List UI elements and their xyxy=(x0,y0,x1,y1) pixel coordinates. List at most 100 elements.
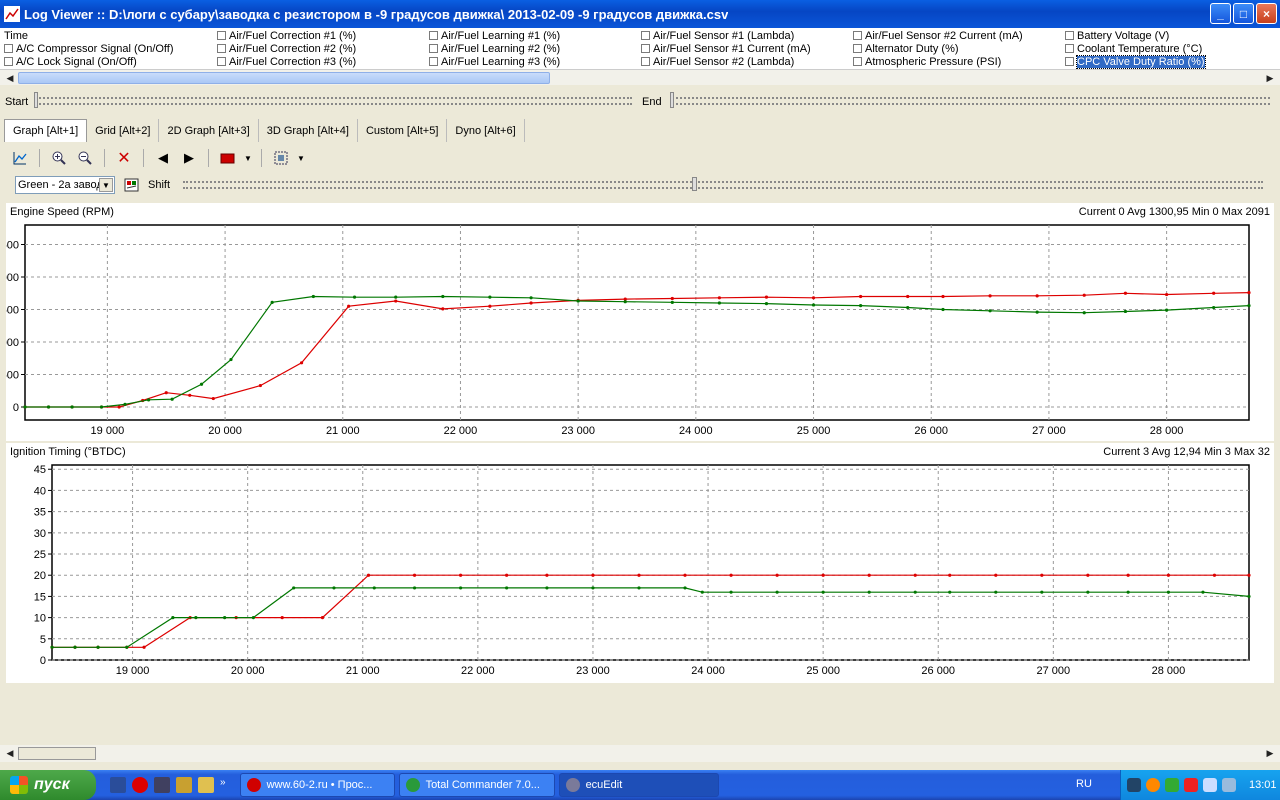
tab[interactable]: Grid [Alt+2] xyxy=(87,119,160,142)
tab[interactable]: 2D Graph [Alt+3] xyxy=(159,119,259,142)
zoom-in-icon[interactable] xyxy=(49,148,69,168)
param-item[interactable]: Air/Fuel Sensor #1 Current (mA) xyxy=(641,42,811,55)
tab[interactable]: Custom [Alt+5] xyxy=(358,119,448,142)
scroll-right-icon[interactable]: ▶ xyxy=(1262,70,1278,86)
minimize-button[interactable]: _ xyxy=(1210,3,1231,24)
shield-icon[interactable] xyxy=(1165,778,1179,792)
taskbar-item[interactable]: www.60-2.ru • Прос... xyxy=(239,773,395,797)
param-item[interactable]: Air/Fuel Sensor #2 (Lambda) xyxy=(641,55,794,68)
chevron-right-icon[interactable]: » xyxy=(220,777,226,793)
chart-icon[interactable] xyxy=(10,148,30,168)
param-item[interactable]: Air/Fuel Sensor #1 (Lambda) xyxy=(641,29,794,42)
param-checkbox[interactable] xyxy=(641,31,650,40)
param-checkbox[interactable] xyxy=(641,44,650,53)
av-icon[interactable] xyxy=(1146,778,1160,792)
network-icon[interactable] xyxy=(1127,778,1141,792)
end-slider[interactable] xyxy=(672,97,1270,105)
param-item[interactable]: Air/Fuel Learning #3 (%) xyxy=(429,55,560,68)
data-point xyxy=(670,300,674,304)
maximize-button[interactable]: □ xyxy=(1233,3,1254,24)
end-handle[interactable] xyxy=(670,92,674,108)
series-select[interactable]: Green - 2а завод ▼ xyxy=(15,176,115,194)
param-checkbox[interactable] xyxy=(1065,31,1074,40)
data-point xyxy=(988,309,992,313)
chevron-down-icon[interactable]: ▼ xyxy=(99,178,113,192)
param-item[interactable]: A/C Lock Signal (On/Off) xyxy=(4,55,137,68)
param-item[interactable]: Air/Fuel Correction #3 (%) xyxy=(217,55,356,68)
volume-icon[interactable] xyxy=(1222,778,1236,792)
speaker-icon[interactable] xyxy=(1203,778,1217,792)
edit-color-icon[interactable] xyxy=(124,177,140,193)
param-item[interactable]: Air/Fuel Sensor #2 Current (mA) xyxy=(853,29,1023,42)
desktop-icon[interactable] xyxy=(110,777,126,793)
start-slider[interactable] xyxy=(36,97,632,105)
param-checkbox[interactable] xyxy=(217,57,226,66)
taskbar-item[interactable]: Total Commander 7.0... xyxy=(398,773,555,797)
param-item[interactable]: Air/Fuel Learning #2 (%) xyxy=(429,42,560,55)
shift-handle[interactable] xyxy=(692,177,697,191)
param-checkbox[interactable] xyxy=(853,57,862,66)
view-tabs: Graph [Alt+1] Grid [Alt+2] 2D Graph [Alt+3… xyxy=(0,119,1280,143)
color-dropdown-icon[interactable]: ▼ xyxy=(244,148,252,168)
param-item[interactable]: A/C Compressor Signal (On/Off) xyxy=(4,42,174,55)
param-checkbox[interactable] xyxy=(429,31,438,40)
start-button[interactable]: пуск xyxy=(0,770,96,800)
next-icon[interactable]: ▶ xyxy=(179,148,199,168)
scroll-thumb[interactable] xyxy=(18,747,96,760)
scroll-right-icon[interactable]: ▶ xyxy=(1262,745,1278,761)
close-button[interactable]: × xyxy=(1256,3,1277,24)
data-point xyxy=(1040,573,1044,577)
ati-icon[interactable] xyxy=(1184,778,1198,792)
start-handle[interactable] xyxy=(34,92,38,108)
messenger-icon[interactable] xyxy=(198,777,214,793)
opera-icon[interactable] xyxy=(132,777,148,793)
param-checkbox[interactable] xyxy=(217,44,226,53)
param-checkbox[interactable] xyxy=(217,31,226,40)
param-item[interactable]: Alternator Duty (%) xyxy=(853,42,959,55)
param-item[interactable]: Atmospheric Pressure (PSI) xyxy=(853,55,1001,68)
folder-icon[interactable] xyxy=(176,777,192,793)
param-item[interactable]: Air/Fuel Correction #2 (%) xyxy=(217,42,356,55)
grid-select-icon[interactable] xyxy=(271,148,291,168)
param-checkbox[interactable] xyxy=(429,57,438,66)
ignition-timing-plot[interactable]: 19 000 20 000 21 000 22 000 23 000 24 000 25 0… xyxy=(6,443,1274,683)
graph-scrollbar[interactable]: ◀ ▶ xyxy=(0,745,1280,762)
parameter-scrollbar[interactable]: ◀ ▶ xyxy=(0,69,1280,85)
param-checkbox[interactable] xyxy=(641,57,650,66)
scroll-thumb[interactable] xyxy=(18,72,550,84)
tab[interactable]: Graph [Alt+1] xyxy=(4,119,88,142)
param-item[interactable]: Time xyxy=(4,29,28,42)
param-item[interactable]: CPC Valve Duty Ratio (%) xyxy=(1065,54,1206,69)
param-checkbox[interactable] xyxy=(853,31,862,40)
param-checkbox[interactable] xyxy=(1065,57,1074,66)
scroll-left-icon[interactable]: ◀ xyxy=(2,745,18,761)
taskbar-item[interactable]: ecuEdit xyxy=(558,773,719,797)
series-select-value: Green - 2а завод xyxy=(18,179,103,191)
param-item[interactable]: Battery Voltage (V) xyxy=(1065,29,1169,42)
color-icon[interactable] xyxy=(218,148,238,168)
data-point xyxy=(670,296,674,301)
language-indicator[interactable]: RU xyxy=(1076,778,1092,790)
param-checkbox[interactable] xyxy=(429,44,438,53)
shift-slider[interactable] xyxy=(183,181,1263,189)
tab[interactable]: Dyno [Alt+6] xyxy=(447,119,525,142)
window-titlebar[interactable]: Log Viewer :: D:\логи с субару\заводка с… xyxy=(0,0,1280,28)
param-item[interactable]: Air/Fuel Correction #1 (%) xyxy=(217,29,356,42)
scroll-left-icon[interactable]: ◀ xyxy=(2,70,18,86)
zoom-out-icon[interactable] xyxy=(75,148,95,168)
data-point xyxy=(529,301,533,305)
param-checkbox[interactable] xyxy=(4,57,13,66)
param-item[interactable]: Air/Fuel Learning #1 (%) xyxy=(429,29,560,42)
param-item[interactable]: Coolant Temperature (°C) xyxy=(1065,42,1202,55)
y-tick-label: 10 xyxy=(34,613,46,625)
save-icon[interactable] xyxy=(154,777,170,793)
delete-icon[interactable]: ✕ xyxy=(114,148,134,168)
engine-speed-plot[interactable]: 19 000 20 000 21 000 22 000 23 000 24 000 25 0… xyxy=(6,203,1274,441)
param-checkbox[interactable] xyxy=(1065,44,1074,53)
y-tick-label: 0 xyxy=(13,402,19,414)
prev-icon[interactable]: ◀ xyxy=(153,148,173,168)
grid-dropdown-icon[interactable]: ▼ xyxy=(297,148,305,168)
param-checkbox[interactable] xyxy=(853,44,862,53)
param-checkbox[interactable] xyxy=(4,44,13,53)
tab[interactable]: 3D Graph [Alt+4] xyxy=(259,119,358,142)
